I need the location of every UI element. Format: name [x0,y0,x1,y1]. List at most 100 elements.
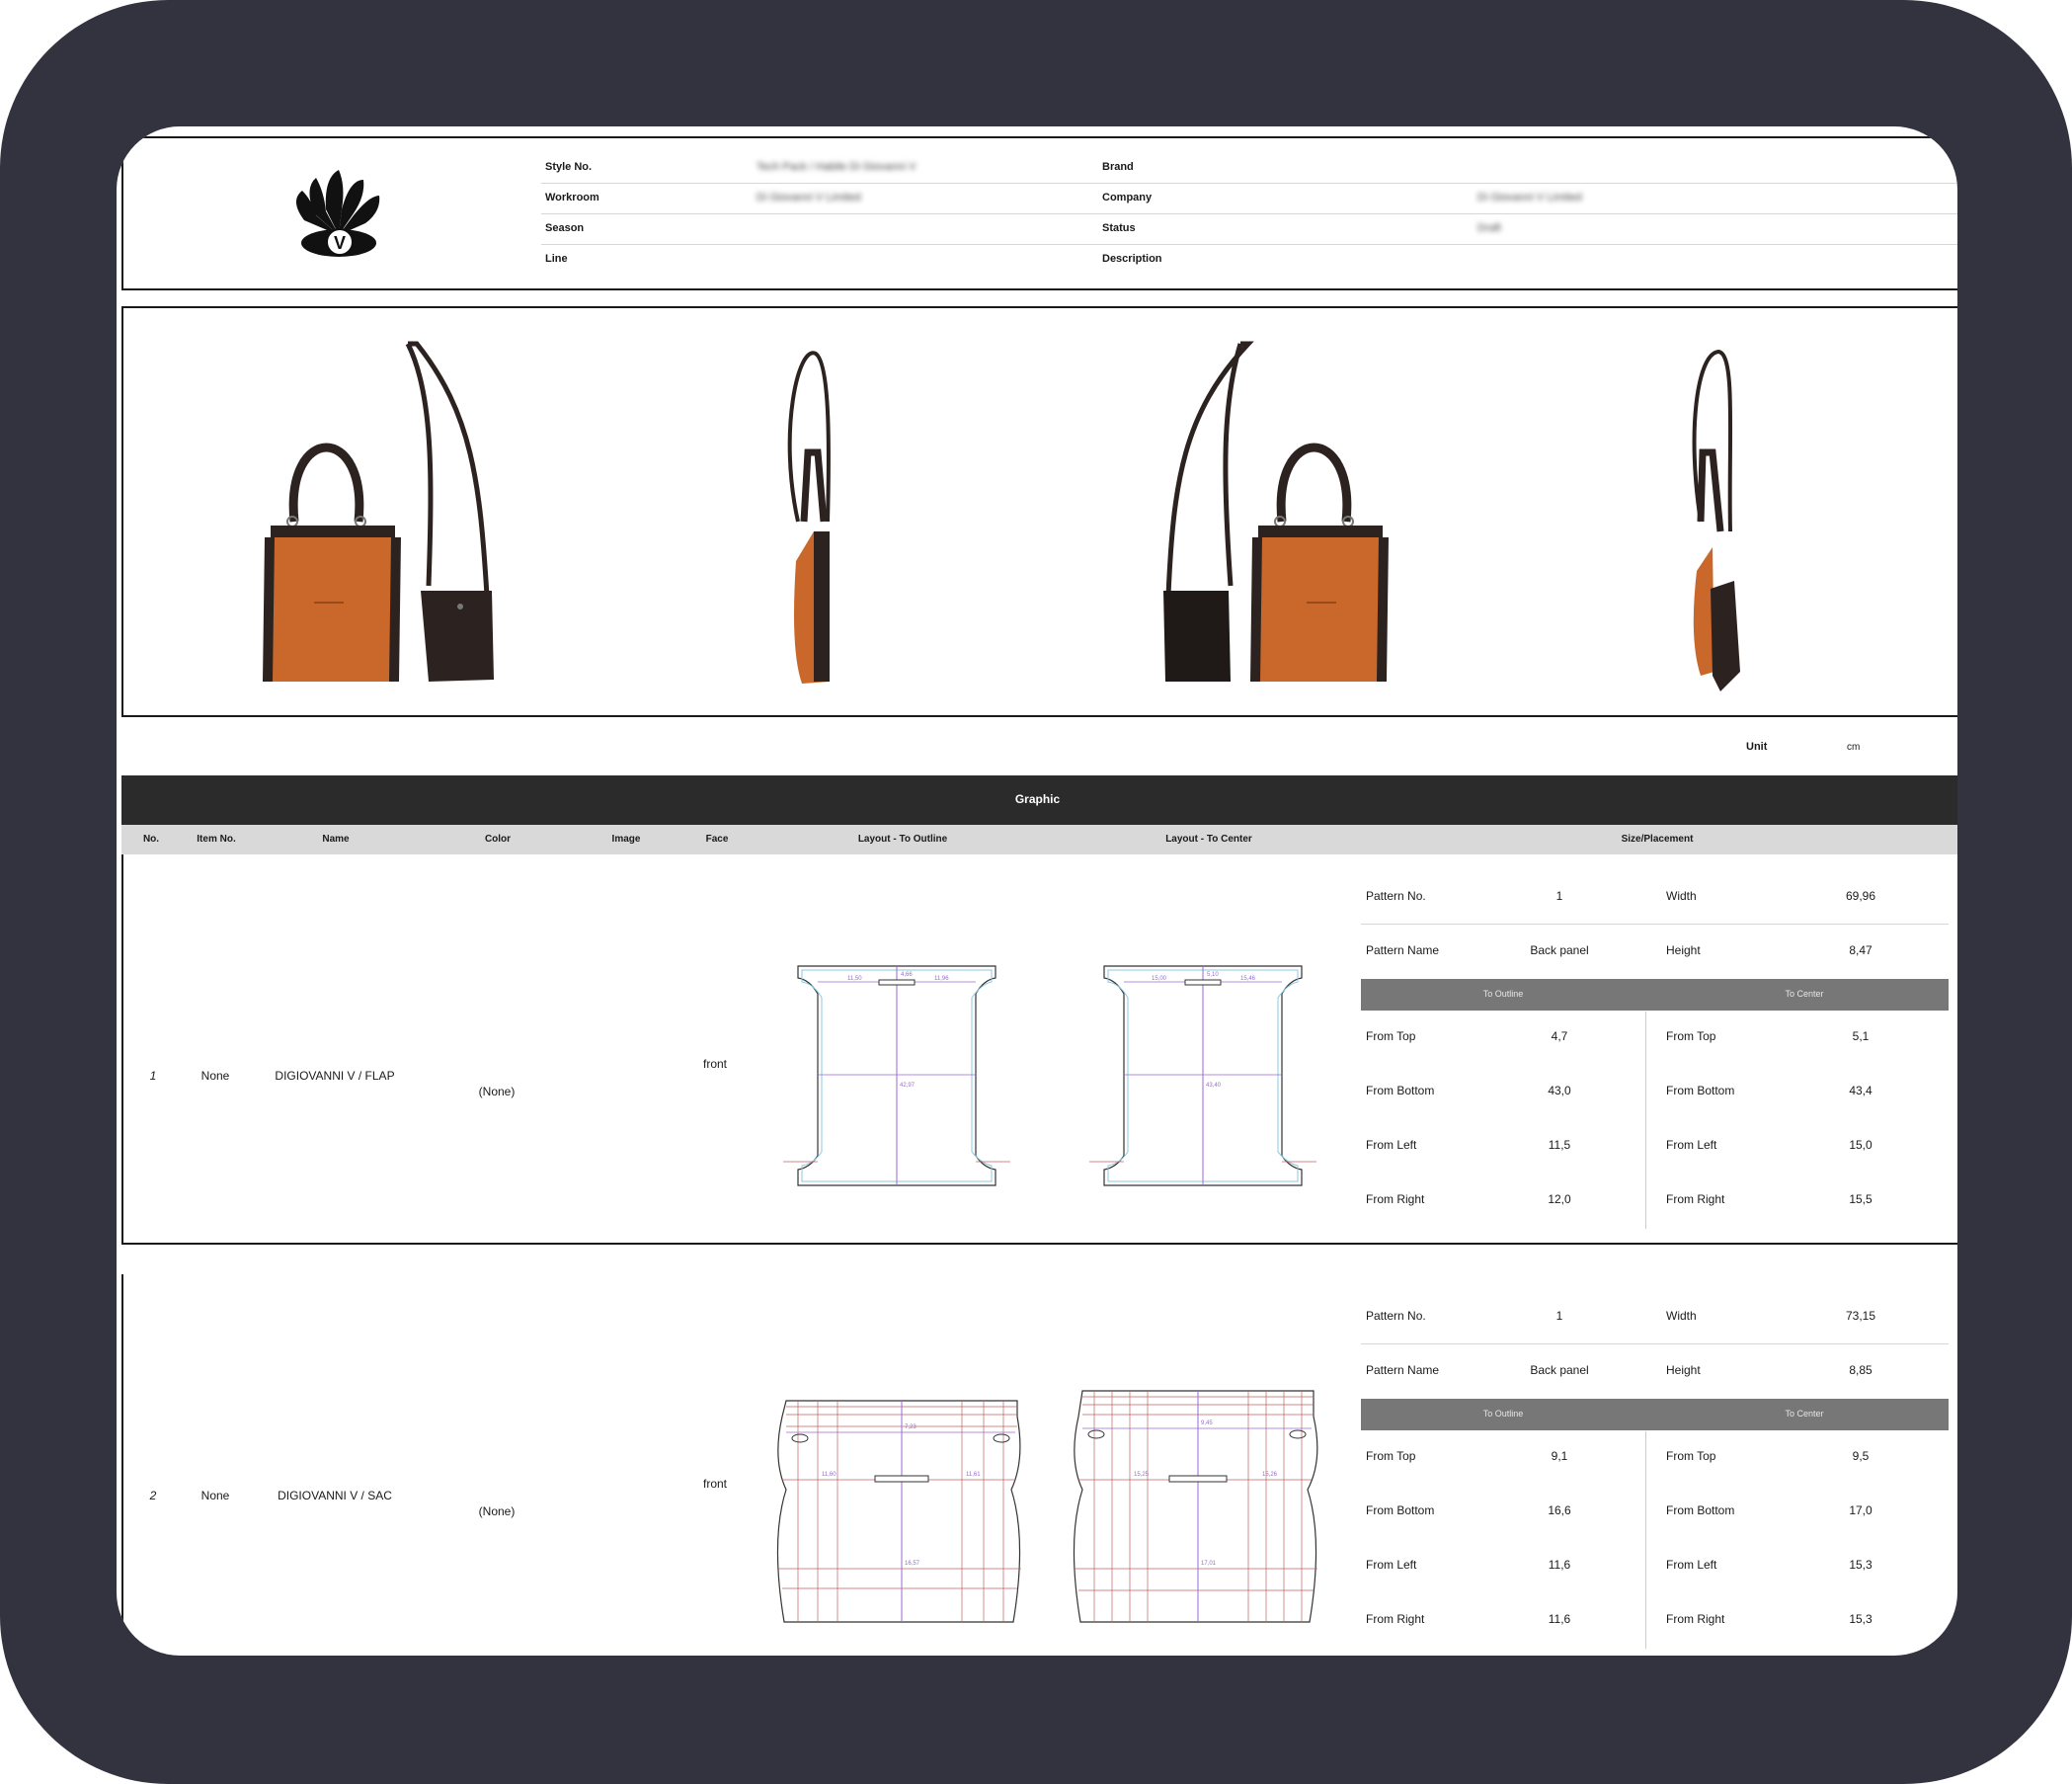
tech-pack-document: V Style No. Tech Pack / Habile Di Giovan… [117,126,1957,1656]
row-face: front [702,1057,728,1071]
flap-layout-outline-drawing: 4,66 11,50 11,96 42,97 [783,965,1010,1186]
row-no: 1 [149,1069,157,1083]
outline-right-label: From Right [1366,1612,1425,1626]
center-top-value: 5,1 [1852,1029,1870,1043]
to-outline-center-bar: To Outline To Center [1361,979,1949,1011]
unit-label: Unit [1746,741,1768,753]
sac-layout-center-drawing: 9,45 15,25 15,26 17,01 [1073,1390,1318,1623]
pattern-no-value: 1 [1555,889,1563,903]
width-label: Width [1666,1309,1697,1323]
graphic-title-bar: Graphic [121,775,1957,825]
dim-top: 5,10 [1207,972,1219,978]
line-label: Line [545,253,568,265]
pattern-no-label: Pattern No. [1366,889,1426,903]
height-value: 8,85 [1849,1363,1873,1377]
height-label: Height [1666,1363,1701,1377]
dim-left: 11,50 [847,976,862,982]
col-size-placement: Size/Placement [1621,834,1694,845]
outline-right-value: 12,0 [1548,1192,1571,1206]
dim-center: 16,57 [905,1561,920,1567]
outline-bottom-value: 16,6 [1548,1503,1571,1517]
outline-left-label: From Left [1366,1558,1417,1572]
dim-left: 11,60 [822,1472,837,1478]
dim-right: 11,96 [934,976,949,982]
col-layout-outline: Layout - To Outline [857,834,948,845]
to-outline-label: To Outline [1482,989,1524,999]
brand-label: Brand [1102,161,1134,173]
dim-right: 15,46 [1240,976,1256,982]
dim-left: 15,00 [1152,976,1167,982]
to-outline-center-bar: To Outline To Center [1361,1399,1949,1430]
center-left-value: 15,0 [1849,1138,1873,1152]
row-color: (None) [478,1504,516,1518]
bag-second-side-view-image [1692,349,1740,691]
dim-center: 17,01 [1201,1561,1217,1567]
sac-layout-outline-drawing: 7,23 11,60 11,61 16,57 [776,1400,1021,1623]
bag-back-view-image [1163,341,1389,682]
status-value: Draft [1477,222,1501,234]
dim-top: 7,23 [905,1424,916,1430]
style-no-label: Style No. [545,161,593,173]
pattern-name-label: Pattern Name [1366,1363,1440,1377]
row-no: 2 [149,1489,157,1502]
center-left-label: From Left [1666,1138,1717,1152]
workroom-value: Di Giovanni V Limited [757,192,861,203]
center-bottom-label: From Bottom [1666,1503,1735,1517]
row-name: DIGIOVANNI V / FLAP [275,1069,395,1083]
dim-left: 15,25 [1134,1472,1150,1478]
to-center-label: To Center [1785,989,1824,999]
pattern-name-value: Back panel [1530,1363,1589,1377]
height-label: Height [1666,943,1701,957]
outline-bottom-label: From Bottom [1366,1503,1435,1517]
col-no: No. [142,834,160,845]
flap-layout-center-drawing: 5,10 15,00 15,46 43,40 [1089,965,1316,1186]
row-color: (None) [478,1085,516,1098]
to-outline-label: To Outline [1482,1409,1524,1419]
row-name: DIGIOVANNI V / SAC [278,1489,392,1502]
center-left-label: From Left [1666,1558,1717,1572]
center-bottom-value: 17,0 [1849,1503,1873,1517]
workroom-label: Workroom [545,192,599,203]
dim-top: 9,45 [1201,1420,1213,1426]
outline-top-label: From Top [1366,1449,1416,1463]
outline-left-value: 11,5 [1548,1138,1571,1152]
outline-top-label: From Top [1366,1029,1416,1043]
graphic-column-header: No. Item No. Name Color Image Face Layou… [121,825,1957,854]
width-label: Width [1666,889,1697,903]
center-bottom-label: From Bottom [1666,1084,1735,1097]
dim-center: 43,40 [1206,1083,1222,1089]
center-top-label: From Top [1666,1029,1716,1043]
row-item-no: None [200,1069,230,1083]
center-right-value: 15,5 [1849,1192,1873,1206]
style-no-value: Tech Pack / Habile Di Giovanni V [757,161,916,173]
dim-top: 4,66 [901,972,913,978]
outline-top-value: 9,1 [1551,1449,1568,1463]
outline-right-value: 11,6 [1548,1612,1571,1626]
description-label: Description [1102,253,1162,265]
col-face: Face [705,834,729,845]
status-label: Status [1102,222,1136,234]
row-item-no: None [200,1489,230,1502]
season-label: Season [545,222,585,234]
center-bottom-value: 43,4 [1849,1084,1873,1097]
height-value: 8,47 [1849,943,1873,957]
center-top-value: 9,5 [1852,1449,1870,1463]
outline-bottom-label: From Bottom [1366,1084,1435,1097]
col-item-no: Item No. [197,834,236,845]
row-face: front [702,1477,728,1491]
to-center-label: To Center [1785,1409,1824,1419]
col-color: Color [484,834,512,845]
center-top-label: From Top [1666,1449,1716,1463]
center-right-label: From Right [1666,1612,1725,1626]
center-right-label: From Right [1666,1192,1725,1206]
outline-right-label: From Right [1366,1192,1425,1206]
bag-front-view-image [263,341,494,682]
unit-value: cm [1847,742,1861,753]
col-name: Name [322,834,350,845]
company-label: Company [1102,192,1153,203]
outline-left-value: 11,6 [1548,1558,1571,1572]
dim-right: 15,26 [1262,1472,1278,1478]
graphic-title: Graphic [1014,792,1061,806]
center-left-value: 15,3 [1849,1558,1873,1572]
row-1-border [121,854,123,1245]
